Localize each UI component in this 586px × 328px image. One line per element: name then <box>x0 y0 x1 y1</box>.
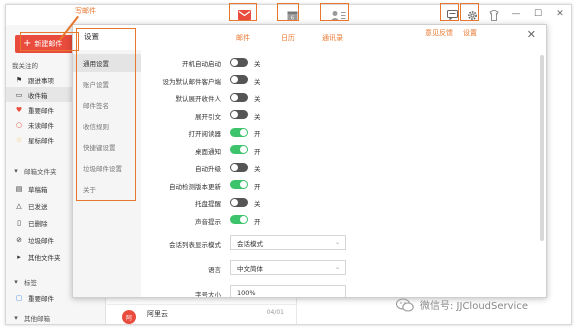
font-size-label: 字号大小 <box>195 291 221 298</box>
watermark: 微信号: JJCloudService <box>396 297 528 312</box>
spam-icon: ⊘ <box>16 235 22 244</box>
setting-state: 关 <box>254 112 261 121</box>
setting-toggle[interactable] <box>230 180 248 189</box>
annotation-feedback: 意见反馈 <box>425 29 453 37</box>
annotation-contacts: 通讯录 <box>322 34 343 42</box>
setting-toggle[interactable] <box>230 197 248 207</box>
annotation-calendar: 日历 <box>281 34 295 42</box>
annotation-box-new-mail <box>20 32 79 51</box>
setting-state: 关 <box>254 165 261 173</box>
setting-toggle[interactable] <box>230 145 248 154</box>
tag-icon: ▢ <box>15 293 23 302</box>
annotation-mail: 邮件 <box>236 34 250 42</box>
setting-toggle[interactable] <box>230 215 248 224</box>
chevron-down-icon: ⌄ <box>334 264 340 271</box>
font-size-select[interactable]: 100% <box>230 285 346 297</box>
chevron-down-icon: ▾ <box>14 313 18 322</box>
chevron-down-icon: ⌄ <box>334 239 340 246</box>
settings-dialog: 设置 ✕ 通用设置 账户设置 邮件签名 收信规则 快捷键设置 垃圾邮件设置 关于… <box>72 24 547 298</box>
inbox-icon: ▭ <box>15 90 23 99</box>
circle-icon: ○ <box>15 120 23 129</box>
setting-label: 声音提示 <box>195 217 221 226</box>
setting-state: 关 <box>254 60 261 68</box>
annotation-box-settings-nav <box>76 28 136 201</box>
setting-state: 开 <box>254 130 261 138</box>
list-mode-select[interactable]: 会话模式 ⌄ <box>230 235 346 250</box>
avatar: 阿 <box>122 310 136 324</box>
language-label: 语言 <box>208 266 221 274</box>
setting-toggle[interactable] <box>230 162 248 172</box>
trash-icon: ▯ <box>17 218 21 227</box>
annotation-new-mail: 写邮件 <box>75 7 96 15</box>
annotation-box-calendar <box>277 3 299 21</box>
setting-toggle[interactable] <box>230 57 248 67</box>
sender-name: 阿里云 <box>147 310 168 318</box>
language-select[interactable]: 中文简体 ⌄ <box>230 260 346 275</box>
setting-state: 关 <box>254 77 261 86</box>
close-window-button[interactable]: ✕ <box>555 9 565 19</box>
other-mailboxes-header[interactable]: ▾ 其他邮箱 <box>6 310 105 324</box>
star-icon: ☆ <box>15 135 23 144</box>
skin-icon[interactable] <box>487 9 501 21</box>
annotation-box-settings <box>460 3 479 21</box>
setting-state: 开 <box>254 217 261 226</box>
send-icon: △ <box>16 201 22 210</box>
chevron-down-icon: ▾ <box>14 166 18 175</box>
draft-icon: ▤ <box>15 184 23 193</box>
window-controls: — ☐ ✕ <box>511 9 565 19</box>
setting-state: 开 <box>254 147 261 156</box>
setting-toggle[interactable] <box>230 92 248 102</box>
wechat-icon <box>396 297 414 312</box>
annotation-box-mail <box>229 3 257 21</box>
setting-state: 关 <box>254 95 261 103</box>
setting-state: 关 <box>254 200 261 208</box>
setting-toggle[interactable] <box>230 110 248 119</box>
annotation-box-feedback <box>440 3 459 21</box>
message-date: 04/01 <box>266 309 284 316</box>
heart-icon: ♥ <box>15 105 23 114</box>
annotation-settings: 设置 <box>463 29 477 37</box>
annotation-box-contacts <box>320 3 349 21</box>
settings-scrollbar[interactable] <box>540 55 544 241</box>
setting-toggle[interactable] <box>230 75 248 84</box>
chevron-down-icon: ▾ <box>14 277 18 286</box>
folder-icon: ▸ <box>17 252 21 261</box>
watermark-text: 微信号: JJCloudService <box>420 301 528 312</box>
setting-toggle[interactable] <box>230 127 248 137</box>
flag-icon: ⚑ <box>15 75 23 84</box>
list-mode-label: 会话列表显示模式 <box>169 241 221 249</box>
setting-state: 开 <box>254 182 261 191</box>
minimize-button[interactable]: — <box>511 9 521 19</box>
maximize-button[interactable]: ☐ <box>533 9 543 19</box>
list-item[interactable]: 阿 阿里云 04/01 <box>107 304 296 324</box>
close-icon[interactable]: ✕ <box>527 28 536 42</box>
